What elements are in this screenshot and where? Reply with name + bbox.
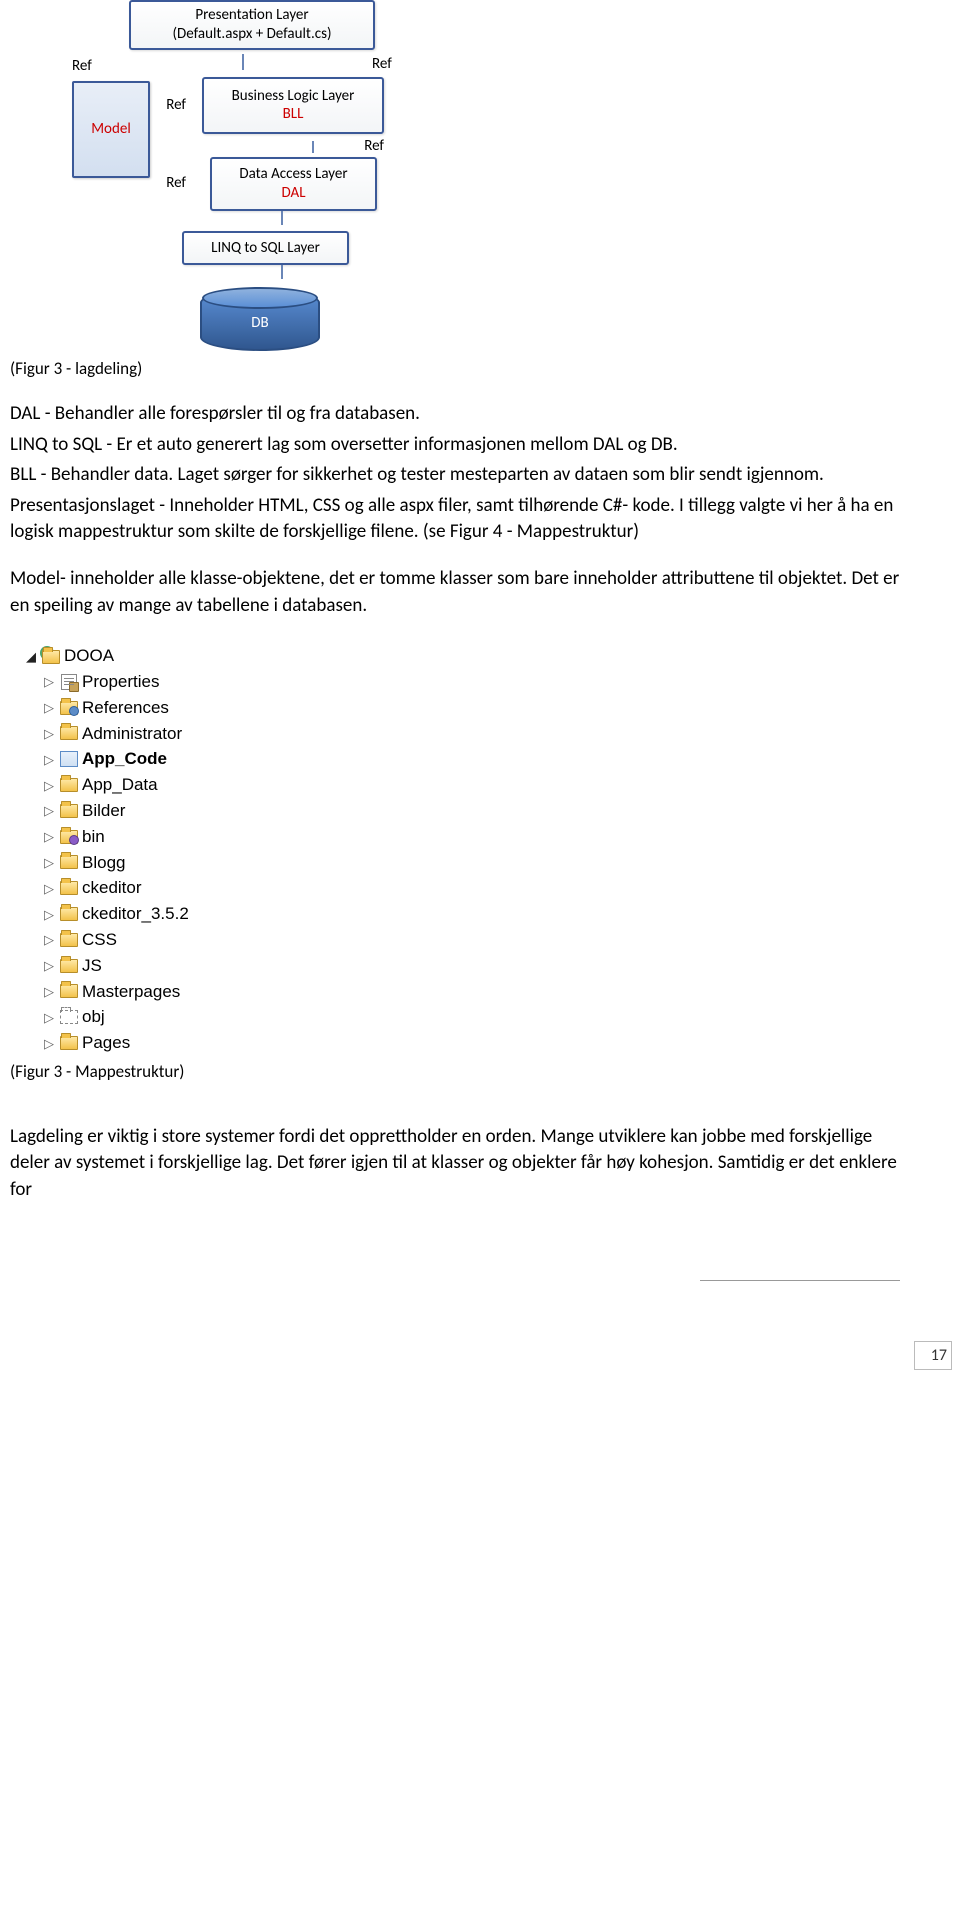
tree-item-icon (60, 674, 78, 690)
tree-item-label: ckeditor (82, 876, 142, 900)
tree-item-label: Pages (82, 1031, 130, 1055)
tree-item-icon (60, 880, 78, 896)
linq-box: LINQ to SQL Layer (182, 231, 349, 266)
tree-item[interactable]: ▷ Properties (42, 669, 284, 695)
chevron-right-icon[interactable]: ▷ (42, 779, 56, 792)
tree-item[interactable]: ▷ ckeditor_3.5.2 (42, 901, 284, 927)
presentation-layer-box: Presentation Layer (Default.aspx + Defau… (129, 0, 375, 50)
tree-item-icon (60, 700, 78, 716)
tree-item-label: Masterpages (82, 980, 180, 1004)
tree-item[interactable]: ▷ Masterpages (42, 979, 284, 1005)
tree-item-icon (60, 932, 78, 948)
tree-item-label: bin (82, 825, 105, 849)
tree-item-icon (60, 803, 78, 819)
ref-label: Ref (372, 54, 432, 75)
tree-item[interactable]: ▷ Administrator (42, 721, 284, 747)
tree-item-label: Properties (82, 670, 159, 694)
tree-item[interactable]: ▷ CSS (42, 927, 284, 953)
tree-item-icon (60, 958, 78, 974)
chevron-right-icon[interactable]: ▷ (42, 1037, 56, 1050)
ref-label: Ref (152, 173, 190, 194)
footer-rule (700, 1280, 900, 1281)
chevron-right-icon[interactable]: ▷ (42, 882, 56, 895)
tree-item[interactable]: ▷ ckeditor (42, 875, 284, 901)
figure-3-caption: (Figur 3 - lagdeling) (10, 357, 900, 381)
tree-item-label: Administrator (82, 722, 182, 746)
presentation-line2: (Default.aspx + Default.cs) (137, 25, 367, 44)
tree-item[interactable]: ▷ Pages (42, 1030, 284, 1056)
chevron-right-icon[interactable]: ▷ (42, 908, 56, 921)
dal-box: Data Access Layer DAL (210, 157, 377, 211)
tree-item-label: ckeditor_3.5.2 (82, 902, 189, 926)
chevron-right-icon[interactable]: ▷ (42, 804, 56, 817)
tree-item-label: App_Code (82, 747, 167, 771)
db-label: DB (202, 313, 318, 334)
bll-line1: Business Logic Layer (208, 87, 378, 106)
tree-item-icon (60, 725, 78, 741)
figure-mappestruktur-caption: (Figur 3 - Mappestruktur) (10, 1060, 900, 1084)
tree-item-icon (60, 854, 78, 870)
ref-label: Ref (72, 56, 114, 77)
presentation-line1: Presentation Layer (137, 6, 367, 25)
paragraph-bll: BLL - Behandler data. Laget sørger for s… (10, 462, 900, 489)
chevron-right-icon[interactable]: ▷ (42, 985, 56, 998)
tree-item[interactable]: ▷ References (42, 695, 284, 721)
tree-item-icon (60, 777, 78, 793)
tree-item[interactable]: ▷ Blogg (42, 850, 284, 876)
dal-line1: Data Access Layer (216, 165, 371, 184)
bll-box: Business Logic Layer BLL (202, 77, 384, 135)
tree-item-label: Bilder (82, 799, 125, 823)
tree-item-icon (60, 751, 78, 767)
tree-item-label: CSS (82, 928, 117, 952)
chevron-down-icon[interactable]: ◢ (24, 650, 38, 663)
ref-label: Ref (152, 95, 190, 116)
tree-item-label: References (82, 696, 169, 720)
tree-item-icon (60, 829, 78, 845)
chevron-right-icon[interactable]: ▷ (42, 856, 56, 869)
tree-item[interactable]: ▷ JS (42, 953, 284, 979)
chevron-right-icon[interactable]: ▷ (42, 1011, 56, 1024)
page-number: 17 (914, 1341, 952, 1370)
chevron-right-icon[interactable]: ▷ (42, 933, 56, 946)
solution-explorer-tree: ◢ DOOA ▷ Properties ▷ References ▷ Administra… (24, 643, 284, 1056)
model-box: Model (72, 81, 150, 178)
tree-root[interactable]: ◢ DOOA (24, 643, 284, 669)
tree-item-label: Blogg (82, 851, 125, 875)
tree-item-icon (60, 1009, 78, 1025)
paragraph-model: Model- inneholder alle klasse-objektene,… (10, 566, 900, 619)
tree-item[interactable]: ▷ App_Code (42, 746, 284, 772)
paragraph-dal: DAL - Behandler alle forespørsler til og… (10, 401, 900, 428)
chevron-right-icon[interactable]: ▷ (42, 727, 56, 740)
tree-item[interactable]: ▷ Bilder (42, 798, 284, 824)
tree-item[interactable]: ▷ bin (42, 824, 284, 850)
paragraph-lagdeling: Lagdeling er viktig i store systemer for… (10, 1124, 900, 1204)
layer-diagram: Presentation Layer (Default.aspx + Defau… (72, 0, 432, 351)
chevron-right-icon[interactable]: ▷ (42, 959, 56, 972)
paragraph-linq: LINQ to SQL - Er et auto generert lag so… (10, 432, 900, 459)
chevron-right-icon[interactable]: ▷ (42, 701, 56, 714)
db-cylinder: DB (200, 289, 320, 351)
chevron-right-icon[interactable]: ▷ (42, 753, 56, 766)
tree-item-icon (60, 1035, 78, 1051)
chevron-right-icon[interactable]: ▷ (42, 675, 56, 688)
tree-item[interactable]: ▷ obj (42, 1004, 284, 1030)
dal-line2: DAL (216, 184, 371, 203)
bll-line2: BLL (208, 105, 378, 124)
tree-item-label: App_Data (82, 773, 158, 797)
ref-label: Ref (364, 136, 384, 157)
tree-item-label: JS (82, 954, 102, 978)
chevron-right-icon[interactable]: ▷ (42, 830, 56, 843)
tree-root-label: DOOA (64, 644, 114, 668)
tree-item-label: obj (82, 1005, 105, 1029)
tree-item-icon (60, 983, 78, 999)
tree-item[interactable]: ▷ App_Data (42, 772, 284, 798)
paragraph-presentation: Presentasjonslaget - Inneholder HTML, CS… (10, 493, 900, 546)
tree-item-icon (60, 906, 78, 922)
